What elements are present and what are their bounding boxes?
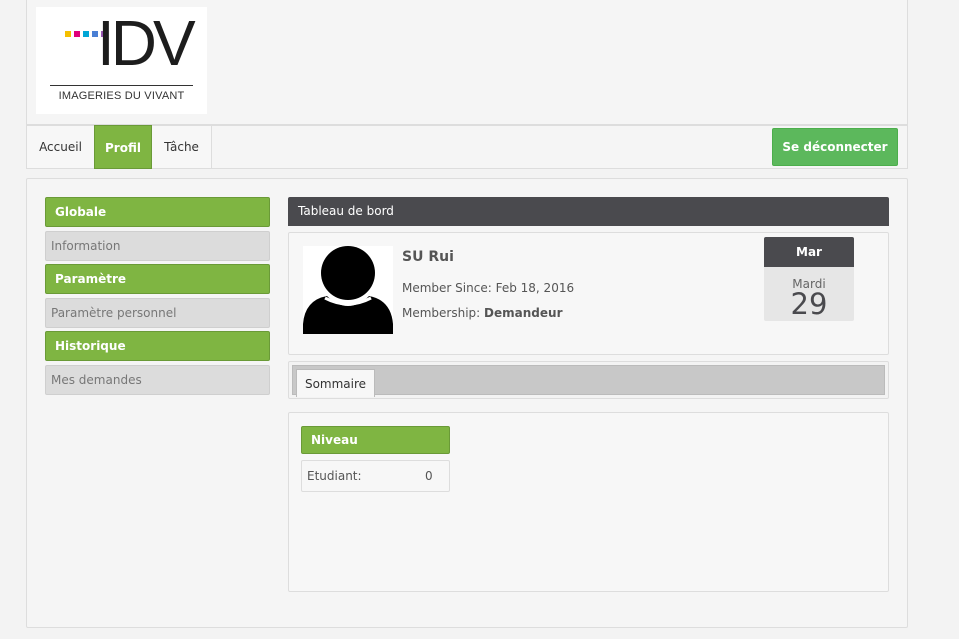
level-row-value: 0 [425,469,433,483]
sidebar-item-information[interactable]: Information [45,231,270,261]
logo-divider [50,85,193,86]
calendar-month: Mar [764,237,854,267]
calendar-day-number: 29 [790,287,828,321]
membership-label: Membership: [402,306,481,320]
sidebar-heading-parametre[interactable]: Paramètre [45,264,270,294]
nav-tab-profil[interactable]: Profil [94,125,152,169]
user-name: SU Rui [402,249,454,265]
nav-tab-accueil[interactable]: Accueil [27,126,95,168]
profile-card: SU Rui Member Since: Feb 18, 2016 Member… [288,232,889,355]
membership: Membership: Demandeur [402,306,562,320]
user-silhouette-icon [303,246,393,334]
membership-value: Demandeur [484,306,563,320]
idv-logo[interactable]: IDV IMAGERIES DU VIVANT [36,7,207,114]
calendar-widget: Mar Mardi 29 [764,237,854,321]
member-since-value: Feb 18, 2016 [495,281,575,295]
sidebar-item-mes-demandes[interactable]: Mes demandes [45,365,270,395]
level-row-label: Etudiant: [307,469,362,483]
level-row: Etudiant: 0 [301,460,450,492]
avatar [303,246,393,334]
member-since-label: Member Since: [402,281,492,295]
content-tabs: Sommaire [288,361,889,399]
nav-tab-tache[interactable]: Tâche [152,126,212,168]
tab-sommaire[interactable]: Sommaire [296,369,375,397]
tabs-strip: Sommaire [292,365,885,397]
logo-letters: IDV [97,7,196,79]
level-heading: Niveau [301,426,450,454]
sidebar-item-parametre-personnel[interactable]: Paramètre personnel [45,298,270,328]
member-since: Member Since: Feb 18, 2016 [402,281,574,295]
dashboard-title: Tableau de bord [288,197,889,226]
logout-button[interactable]: Se déconnecter [772,128,898,166]
header: IDV IMAGERIES DU VIVANT [26,0,908,125]
main-navbar: Accueil Profil Tâche Se déconnecter [26,125,908,169]
logo-tagline: IMAGERIES DU VIVANT [58,90,185,102]
sommaire-panel: Niveau Etudiant: 0 [288,412,889,592]
sidebar-heading-globale[interactable]: Globale [45,197,270,227]
sidebar-heading-historique[interactable]: Historique [45,331,270,361]
main-content: Globale Information Paramètre Paramètre … [26,178,908,628]
